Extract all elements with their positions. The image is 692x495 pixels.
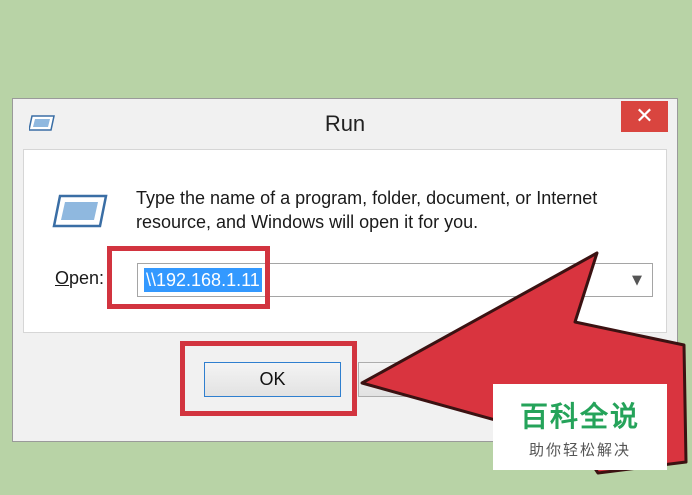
watermark-logo: 百科全说 助你轻松解决 xyxy=(493,384,667,470)
watermark-title: 百科全说 xyxy=(519,399,640,433)
watermark-subtitle: 助你轻松解决 xyxy=(528,440,631,459)
